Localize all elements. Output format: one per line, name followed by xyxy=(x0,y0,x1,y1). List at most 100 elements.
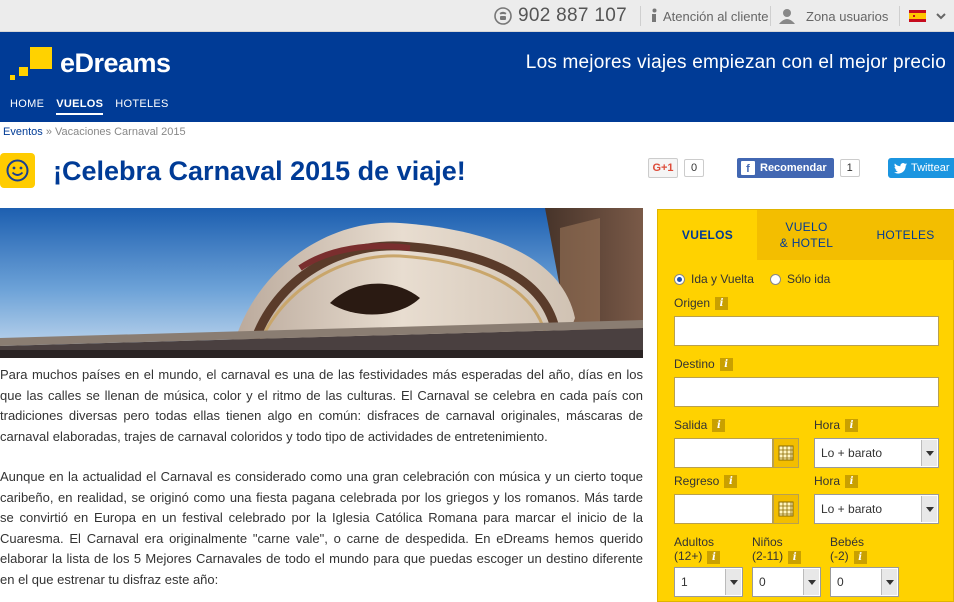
customer-service-link[interactable]: Atención al cliente xyxy=(650,0,769,32)
children-label-range: (2-11) i xyxy=(752,549,802,564)
spain-flag-icon xyxy=(909,10,926,22)
destination-input[interactable] xyxy=(674,377,939,407)
babies-value: 0 xyxy=(837,575,844,589)
phone-icon xyxy=(494,7,512,25)
round-trip-label: Ida y Vuelta xyxy=(691,272,754,286)
destination-label-text: Destino xyxy=(674,357,715,371)
smiley-icon xyxy=(0,153,35,188)
logo-text: eDreams xyxy=(60,47,171,78)
chevron-down-icon xyxy=(803,569,819,595)
one-way-label: Sólo ida xyxy=(786,272,831,286)
origin-input[interactable] xyxy=(674,316,939,346)
one-way-radio[interactable] xyxy=(769,273,781,285)
departure-calendar-button[interactable] xyxy=(773,438,799,468)
edreams-logo[interactable]: eDreams xyxy=(8,42,171,84)
return-time-label-text: Hora xyxy=(814,474,841,488)
chevron-down-icon xyxy=(881,569,897,595)
return-label: Regreso i xyxy=(674,474,738,488)
children-select[interactable]: 0 xyxy=(752,567,821,597)
divider xyxy=(899,6,900,26)
info-icon[interactable]: i xyxy=(712,418,726,432)
carnival-mask-image xyxy=(0,208,643,358)
info-icon[interactable]: i xyxy=(715,296,729,310)
adults-label: Adultos (12+) i xyxy=(674,535,721,564)
return-time-select[interactable]: Lo + barato xyxy=(814,494,939,524)
twitter-share: Twittear xyxy=(888,158,954,178)
return-label-text: Regreso xyxy=(674,474,720,488)
twitter-bird-icon xyxy=(894,162,907,174)
customer-service-label: Atención al cliente xyxy=(663,8,769,24)
chevron-down-icon xyxy=(921,440,937,466)
adults-label-range: (12+) i xyxy=(674,549,721,564)
info-icon[interactable]: i xyxy=(853,551,867,564)
flight-search-box: VUELOS VUELO & HOTEL HOTELES Ida y Vuelt… xyxy=(657,209,954,602)
chevron-down-icon xyxy=(921,496,937,522)
main-nav: HOME VUELOS HOTELES xyxy=(10,98,169,115)
tagline: Los mejores viajes empiezan con el mejor… xyxy=(525,52,946,73)
adults-select[interactable]: 1 xyxy=(674,567,743,597)
chevron-down-icon xyxy=(936,13,946,20)
facebook-count: 1 xyxy=(839,159,860,177)
breadcrumb-current: Vacaciones Carnaval 2015 xyxy=(55,126,186,138)
info-icon[interactable]: i xyxy=(724,474,738,488)
round-trip-radio[interactable] xyxy=(674,273,685,285)
adults-label-text: Adultos xyxy=(674,535,715,549)
tab-hoteles[interactable]: HOTELES xyxy=(856,210,954,260)
info-icon[interactable]: i xyxy=(845,474,859,488)
departure-time-label: Hora i xyxy=(814,418,859,432)
twitter-label: Twittear xyxy=(911,162,950,174)
language-selector[interactable] xyxy=(909,0,946,32)
departure-time-value: Lo + barato xyxy=(821,446,883,460)
babies-select[interactable]: 0 xyxy=(830,567,899,597)
user-zone-label: Zona usuarios xyxy=(806,8,889,24)
nav-home[interactable]: HOME xyxy=(10,98,44,115)
chevron-down-icon xyxy=(725,569,741,595)
gplus-button[interactable]: G+1 xyxy=(648,158,678,178)
nav-hoteles[interactable]: HOTELES xyxy=(115,98,168,115)
adults-range-text: (12+) xyxy=(674,549,703,563)
search-tabs: VUELOS VUELO & HOTEL HOTELES xyxy=(658,210,954,260)
gplus-share: G+1 0 xyxy=(648,158,704,178)
utility-bar: 902 887 107 Atención al cliente Zona usu… xyxy=(0,0,954,32)
departure-label: Salida i xyxy=(674,418,726,432)
trip-type-group: Ida y Vuelta Sólo ida xyxy=(674,272,830,286)
departure-time-select[interactable]: Lo + barato xyxy=(814,438,939,468)
logo-mark-icon xyxy=(10,47,52,80)
tab-vuelos[interactable]: VUELOS xyxy=(658,210,757,260)
info-icon[interactable]: i xyxy=(845,418,859,432)
tab-vuelo-hotel[interactable]: VUELO & HOTEL xyxy=(757,210,856,260)
departure-time-label-text: Hora xyxy=(814,418,841,432)
adults-value: 1 xyxy=(681,575,688,589)
info-icon xyxy=(652,8,657,22)
babies-range-text: (-2) xyxy=(830,549,849,563)
facebook-icon: f xyxy=(741,161,755,175)
departure-date-input[interactable] xyxy=(674,438,773,468)
breadcrumb-root[interactable]: Eventos xyxy=(3,126,43,138)
facebook-recommend-button[interactable]: f Recomendar xyxy=(737,158,834,178)
user-zone-link[interactable]: Zona usuarios xyxy=(778,0,888,32)
nav-vuelos[interactable]: VUELOS xyxy=(56,98,104,115)
babies-label: Bebés (-2) i xyxy=(830,535,867,564)
destination-label: Destino i xyxy=(674,357,733,371)
article-body: Para muchos países en el mundo, el carna… xyxy=(0,365,643,602)
phone-contact[interactable]: 902 887 107 xyxy=(494,0,627,32)
return-time-value: Lo + barato xyxy=(821,502,883,516)
twitter-button[interactable]: Twittear xyxy=(888,158,954,178)
origin-label: Origen i xyxy=(674,296,729,310)
info-icon[interactable]: i xyxy=(719,357,733,371)
info-icon[interactable]: i xyxy=(788,551,802,564)
calendar-icon xyxy=(778,501,794,517)
info-icon[interactable]: i xyxy=(707,551,721,564)
page-title: ¡Celebra Carnaval 2015 de viaje! xyxy=(53,156,466,186)
article-paragraph: Aunque en la actualidad el Carnaval es c… xyxy=(0,469,643,587)
babies-label-range: (-2) i xyxy=(830,549,867,564)
facebook-label: Recomendar xyxy=(760,162,827,174)
children-label: Niños (2-11) i xyxy=(752,535,802,564)
return-date-input[interactable] xyxy=(674,494,773,524)
user-icon xyxy=(779,9,795,24)
calendar-icon xyxy=(778,445,794,461)
departure-label-text: Salida xyxy=(674,418,708,432)
return-calendar-button[interactable] xyxy=(773,494,799,524)
article-paragraph: Para muchos países en el mundo, el carna… xyxy=(0,367,643,444)
phone-number: 902 887 107 xyxy=(518,5,627,26)
